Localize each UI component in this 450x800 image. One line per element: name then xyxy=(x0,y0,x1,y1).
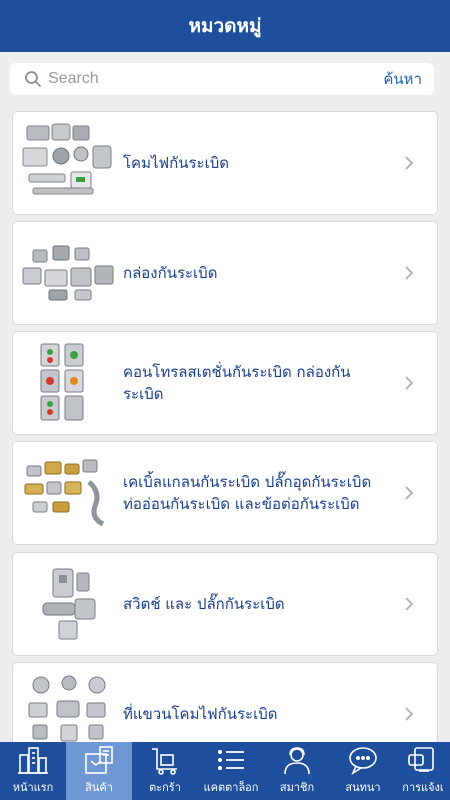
tab-chat[interactable]: สนทนา xyxy=(330,742,396,800)
chat-icon xyxy=(347,744,379,776)
product-box-icon xyxy=(83,744,115,776)
tab-label: หน้าแรก xyxy=(12,781,54,794)
category-label: กล่องกันระเบิด xyxy=(123,264,218,282)
category-label: คอนโทรลสเตชั่นกันระเบิด กล่องกันระเบิด xyxy=(123,363,351,403)
tab-catalog[interactable]: แคตตาล็อก xyxy=(198,742,264,800)
chevron-right-icon xyxy=(397,265,421,281)
tab-label: สมาชิก xyxy=(279,781,315,794)
lamp-hanger-thumbnail xyxy=(28,675,106,742)
tab-label: ตะกร้า xyxy=(149,781,181,794)
bottom-tab-bar: หน้าแรก สินค้า ตะกร้า แคตตาล็อก สมาชิก ส… xyxy=(0,742,450,800)
chevron-right-icon xyxy=(397,485,421,501)
category-item-switch-plug[interactable]: สวิตช์ และ ปลั๊กกันระเบิด xyxy=(12,552,438,656)
explosion-proof-lamp-thumbnail xyxy=(22,123,112,195)
member-icon xyxy=(281,744,313,776)
cart-icon xyxy=(149,744,181,776)
switch-plug-thumbnail xyxy=(42,568,96,640)
search-input[interactable] xyxy=(48,70,384,88)
tab-cart[interactable]: ตะกร้า xyxy=(132,742,198,800)
control-station-thumbnail xyxy=(40,343,84,421)
notification-icon xyxy=(407,744,439,776)
tab-label: การแจ้งเ xyxy=(402,781,444,794)
category-item-lamp[interactable]: โคมไฟกันระเบิด xyxy=(12,111,438,215)
tab-home[interactable]: หน้าแรก xyxy=(0,742,66,800)
tab-products[interactable]: สินค้า xyxy=(66,742,132,800)
category-label: ที่แขวนโคมไฟกันระเบิด xyxy=(123,705,278,723)
tab-label: สินค้า xyxy=(85,781,113,794)
category-label: โคมไฟกันระเบิด xyxy=(123,154,229,172)
category-label: เคเบิ้ลแกลนกันระเบิด ปลั๊กอุดกันระเบิด ท… xyxy=(123,473,372,513)
tab-notifications[interactable]: การแจ้งเ xyxy=(396,742,450,800)
search-bar: ค้นหา xyxy=(10,63,434,95)
page-title: หมวดหมู่ xyxy=(188,15,262,37)
category-item-box[interactable]: กล่องกันระเบิด xyxy=(12,221,438,325)
buildings-icon xyxy=(17,744,49,776)
tab-member[interactable]: สมาชิก xyxy=(264,742,330,800)
tab-label: แคตตาล็อก xyxy=(203,781,259,794)
category-item-lamp-hanger[interactable]: ที่แขวนโคมไฟกันระเบิด xyxy=(12,662,438,742)
tab-label: สนทนา xyxy=(345,781,381,794)
search-button[interactable]: ค้นหา xyxy=(383,67,422,91)
chevron-right-icon xyxy=(397,375,421,391)
category-item-control-station[interactable]: คอนโทรลสเตชั่นกันระเบิด กล่องกันระเบิด xyxy=(12,331,438,435)
search-icon xyxy=(18,70,48,88)
cable-gland-thumbnail xyxy=(24,459,105,527)
chevron-right-icon xyxy=(397,596,421,612)
list-icon xyxy=(215,744,247,776)
category-list: โคมไฟกันระเบิด กล่องกันระเบิด คอนโทรลสเต… xyxy=(0,104,450,742)
category-label: สวิตช์ และ ปลั๊กกันระเบิด xyxy=(123,595,285,613)
category-item-cable-gland[interactable]: เคเบิ้ลแกลนกันระเบิด ปลั๊กอุดกันระเบิด ท… xyxy=(12,441,438,545)
search-area: ค้นหา xyxy=(0,52,450,104)
app-header: หมวดหมู่ xyxy=(0,0,450,52)
explosion-proof-box-thumbnail xyxy=(22,245,114,301)
chevron-right-icon xyxy=(397,155,421,171)
chevron-right-icon xyxy=(397,706,421,722)
